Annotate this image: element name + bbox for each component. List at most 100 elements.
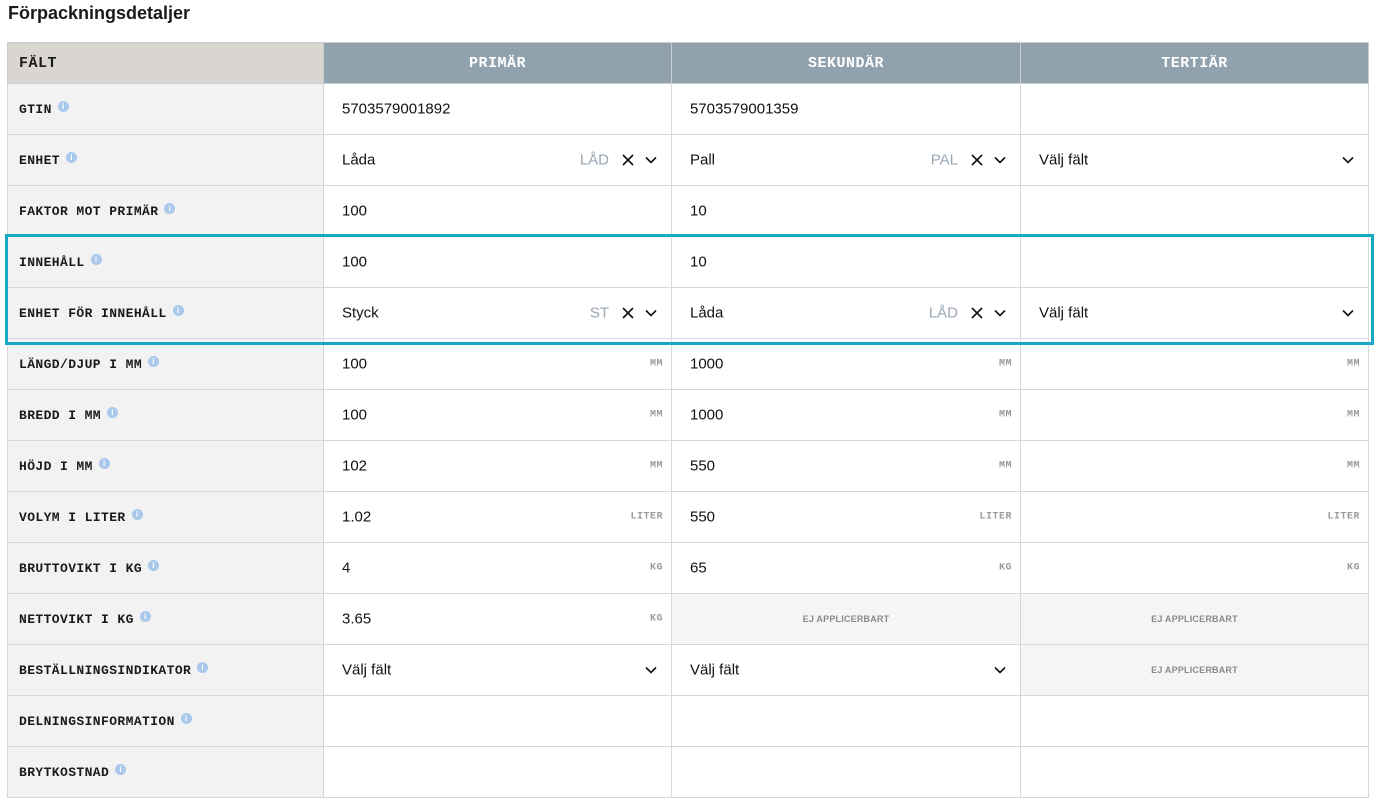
gtin-primary-input[interactable]: 5703579001892 (323, 83, 672, 135)
break-cost-primary-input[interactable] (323, 746, 672, 798)
field-label: NETTOVIKT I KG (19, 612, 134, 627)
unit-suffix: MM (998, 358, 1012, 370)
unit-suffix: KG (1346, 562, 1360, 574)
break-cost-secondary-input[interactable] (671, 746, 1021, 798)
volume-tertiary-input[interactable]: LITER (1020, 491, 1369, 543)
table-row: BREDD I MM i 100 MM 1000 MM MM (7, 389, 1369, 441)
order-indicator-primary-select[interactable]: Välj fält (323, 644, 672, 696)
content-tertiary-input[interactable] (1020, 236, 1369, 288)
info-icon[interactable]: i (90, 254, 102, 265)
unit-suffix: LITER (1327, 511, 1360, 523)
cell-value: 5703579001892 (342, 100, 451, 118)
volume-secondary-input[interactable]: 550 LITER (671, 491, 1021, 543)
select-placeholder: Välj fält (690, 661, 740, 679)
info-icon[interactable]: i (57, 101, 69, 112)
chevron-down-icon[interactable] (644, 306, 658, 320)
chevron-down-icon[interactable] (644, 153, 658, 167)
chevron-down-icon[interactable] (1341, 153, 1355, 167)
factor-tertiary-input[interactable] (1020, 185, 1369, 237)
info-icon[interactable]: i (107, 407, 119, 418)
info-icon[interactable]: i (148, 560, 160, 571)
content-unit-primary-select[interactable]: Styck ST (323, 287, 672, 339)
split-info-secondary-input[interactable] (671, 695, 1021, 747)
select-abbreviation: LÅD (579, 151, 609, 169)
order-indicator-secondary-select[interactable]: Välj fält (671, 644, 1021, 696)
chevron-down-icon[interactable] (993, 153, 1007, 167)
gross-weight-primary-input[interactable]: 4 KG (323, 542, 672, 594)
length-primary-input[interactable]: 100 MM (323, 338, 672, 390)
select-value: Pall (690, 151, 716, 169)
length-tertiary-input[interactable]: MM (1020, 338, 1369, 390)
field-label-cell: VOLYM I LITER i (7, 491, 324, 543)
clear-icon[interactable] (621, 153, 635, 167)
unit-secondary-select[interactable]: Pall PAL (671, 134, 1021, 186)
info-icon[interactable]: i (180, 713, 192, 724)
chevron-down-icon[interactable] (644, 663, 658, 677)
factor-secondary-input[interactable]: 10 (671, 185, 1021, 237)
net-weight-secondary-na: EJ APPLICERBART (671, 593, 1021, 645)
chevron-down-icon[interactable] (1341, 306, 1355, 320)
unit-suffix: KG (998, 562, 1012, 574)
field-label-cell: HÖJD I MM i (7, 440, 324, 492)
length-secondary-input[interactable]: 1000 MM (671, 338, 1021, 390)
clear-icon[interactable] (970, 153, 984, 167)
gtin-tertiary-input[interactable] (1020, 83, 1369, 135)
select-placeholder: Välj fält (1039, 304, 1089, 322)
chevron-down-icon[interactable] (993, 306, 1007, 320)
height-primary-input[interactable]: 102 MM (323, 440, 672, 492)
unit-suffix: MM (1346, 358, 1360, 370)
info-icon[interactable]: i (66, 152, 78, 163)
table-row: HÖJD I MM i 102 MM 550 MM MM (7, 440, 1369, 492)
unit-primary-select[interactable]: Låda LÅD (323, 134, 672, 186)
chevron-down-icon[interactable] (993, 663, 1007, 677)
field-label: FAKTOR MOT PRIMÄR (19, 204, 159, 219)
factor-primary-input[interactable]: 100 (323, 185, 672, 237)
cell-value: 1000 (690, 355, 724, 373)
height-secondary-input[interactable]: 550 MM (671, 440, 1021, 492)
cell-value: 100 (342, 406, 368, 424)
split-info-tertiary-input[interactable] (1020, 695, 1369, 747)
not-applicable-text: EJ APPLICERBART (802, 614, 890, 624)
info-icon[interactable]: i (148, 356, 160, 367)
content-secondary-input[interactable]: 10 (671, 236, 1021, 288)
break-cost-tertiary-input[interactable] (1020, 746, 1369, 798)
info-icon[interactable]: i (139, 611, 151, 622)
field-label-cell: GTIN i (7, 83, 324, 135)
content-unit-tertiary-select[interactable]: Välj fält (1020, 287, 1369, 339)
unit-tertiary-select[interactable]: Välj fält (1020, 134, 1369, 186)
clear-icon[interactable] (970, 306, 984, 320)
gross-weight-tertiary-input[interactable]: KG (1020, 542, 1369, 594)
cell-value: 65 (690, 559, 707, 577)
gtin-secondary-input[interactable]: 5703579001359 (671, 83, 1021, 135)
net-weight-primary-input[interactable]: 3.65 KG (323, 593, 672, 645)
field-label: BRUTTOVIKT I KG (19, 561, 143, 576)
info-icon[interactable]: i (172, 305, 184, 316)
field-label: BESTÄLLNINGSINDIKATOR (19, 663, 192, 678)
table-row: VOLYM I LITER i 1.02 LITER 550 LITER LITER (7, 491, 1369, 543)
gross-weight-secondary-input[interactable]: 65 KG (671, 542, 1021, 594)
info-icon[interactable]: i (98, 458, 110, 469)
volume-primary-input[interactable]: 1.02 LITER (323, 491, 672, 543)
table-row: FAKTOR MOT PRIMÄR i 100 10 (7, 185, 1369, 237)
unit-suffix: LITER (979, 511, 1012, 523)
width-tertiary-input[interactable]: MM (1020, 389, 1369, 441)
field-label-cell: DELNINGSINFORMATION i (7, 695, 324, 747)
table-row: BRYTKOSTNAD i (7, 746, 1369, 798)
split-info-primary-input[interactable] (323, 695, 672, 747)
info-icon[interactable]: i (197, 662, 209, 673)
select-value: Styck (342, 304, 379, 322)
width-secondary-input[interactable]: 1000 MM (671, 389, 1021, 441)
field-label-cell: INNEHÅLL i (7, 236, 324, 288)
content-unit-secondary-select[interactable]: Låda LÅD (671, 287, 1021, 339)
info-icon[interactable]: i (164, 203, 176, 214)
clear-icon[interactable] (621, 306, 635, 320)
info-icon[interactable]: i (131, 509, 143, 520)
net-weight-tertiary-na: EJ APPLICERBART (1020, 593, 1369, 645)
height-tertiary-input[interactable]: MM (1020, 440, 1369, 492)
field-label: ENHET (19, 153, 61, 168)
content-primary-input[interactable]: 100 (323, 236, 672, 288)
field-label: INNEHÅLL (19, 255, 85, 270)
cell-value: 1000 (690, 406, 724, 424)
info-icon[interactable]: i (115, 764, 127, 775)
width-primary-input[interactable]: 100 MM (323, 389, 672, 441)
